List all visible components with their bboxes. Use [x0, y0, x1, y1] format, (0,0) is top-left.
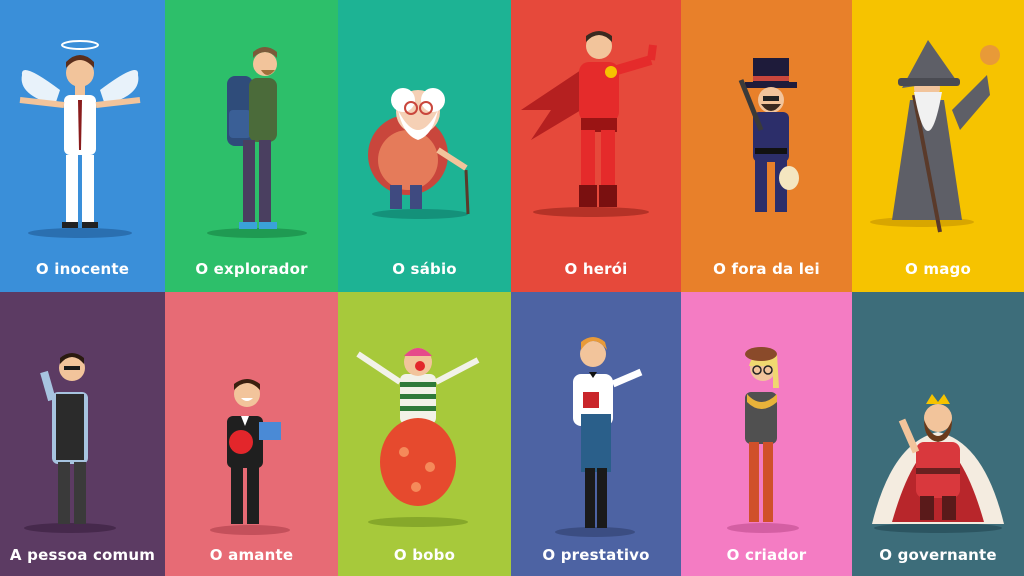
caregiver-illustration — [555, 337, 643, 537]
archetype-label: O explorador — [195, 260, 308, 278]
archetype-label: O mago — [905, 260, 971, 278]
card-caregiver: O prestativo — [511, 292, 681, 576]
card-explorer: O explorador — [165, 0, 338, 292]
jester-illustration — [356, 348, 480, 527]
archetype-label: O inocente — [35, 260, 130, 278]
card-outlaw: O fora da lei — [681, 0, 852, 292]
card-wizard: O mago — [852, 0, 1024, 292]
archetype-label: A pessoa comum — [9, 546, 156, 564]
archetype-label: O bobo — [393, 546, 456, 564]
creator-illustration — [727, 347, 799, 533]
archetype-label: O fora da lei — [713, 260, 820, 278]
card-sage: O sábio — [338, 0, 511, 292]
lover-illustration — [210, 379, 290, 535]
card-lover: O amante — [165, 292, 338, 576]
angel-illustration — [19, 40, 141, 238]
card-hero: O herói — [511, 0, 681, 292]
sage-illustration — [368, 88, 470, 219]
archetype-label: O governante — [879, 546, 997, 564]
card-jester: O bobo — [338, 292, 511, 576]
wizard-illustration — [870, 40, 1000, 233]
card-innocent: O inocente — [0, 0, 165, 292]
card-creator: O criador — [681, 292, 852, 576]
archetype-grid: O inocente O explorador O sábio O herói … — [0, 0, 1024, 576]
outlaw-illustration — [738, 58, 799, 212]
explorer-illustration — [207, 47, 307, 238]
archetype-label: O prestativo — [542, 546, 650, 564]
archetype-label: O amante — [209, 546, 294, 564]
card-ruler: O governante — [852, 292, 1024, 576]
hero-illustration — [521, 31, 657, 217]
everyman-illustration — [24, 353, 116, 533]
archetype-label: O herói — [564, 260, 628, 278]
archetype-label: O sábio — [392, 260, 457, 278]
archetype-label: O criador — [726, 546, 807, 564]
card-everyman: A pessoa comum — [0, 292, 165, 576]
ruler-illustration — [872, 394, 1004, 533]
